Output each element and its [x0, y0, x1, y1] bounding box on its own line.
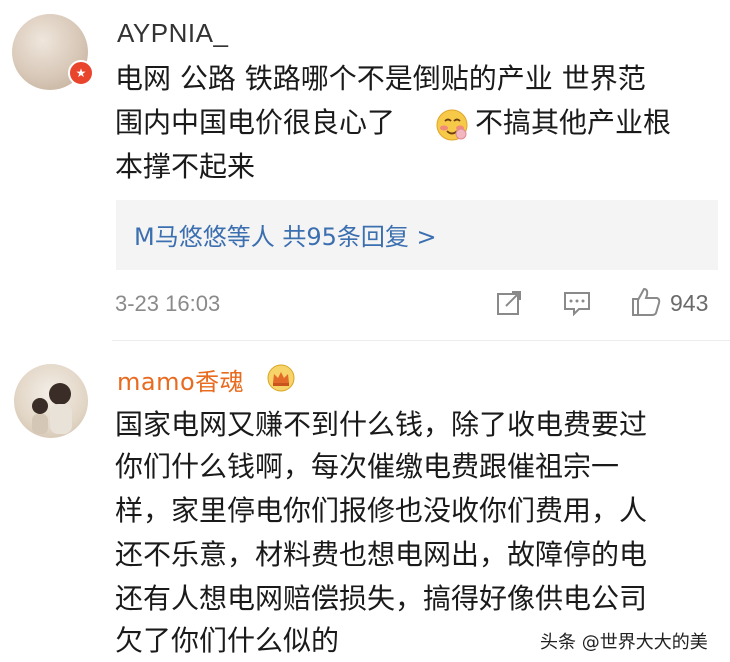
- share-icon[interactable]: [494, 288, 524, 318]
- comment-text-line: 你们什么钱啊，每次催缴电费跟催祖宗一: [115, 450, 620, 483]
- comment-username[interactable]: AYPNIA_: [117, 18, 228, 49]
- comment-text-line: 不搞其他产业根: [475, 106, 672, 139]
- replies-preview[interactable]: M马悠悠等人 共95条回复 >: [116, 200, 718, 270]
- comment-timestamp: 3-23 16:03: [115, 291, 221, 316]
- comment-text-line: 样，家里停电你们报修也没收你们费用，人: [115, 494, 648, 527]
- thumbs-up-icon[interactable]: [630, 286, 662, 318]
- like-count: 943: [670, 290, 709, 316]
- comment-username[interactable]: mamo香魂: [117, 362, 244, 397]
- crown-badge-icon: [267, 364, 295, 392]
- comment-text-line: 还有人想电网赔偿损失，搞得好像供电公司: [115, 582, 648, 615]
- avatar-image: [14, 364, 88, 438]
- comment-text-line: 本撑不起来: [115, 150, 256, 183]
- comment-icon[interactable]: [562, 288, 592, 318]
- comment-meta-row: 3-23 16:03 943: [0, 286, 730, 324]
- comment-text-line: 欠了你们什么似的: [115, 624, 340, 657]
- blush-emoji-icon: [436, 109, 468, 141]
- watermark: 头条 @世界大大的美: [540, 632, 708, 653]
- divider: [112, 340, 730, 341]
- comment-text-line: 电网 公路 铁路哪个不是倒贴的产业 世界范: [115, 62, 646, 95]
- comment-text-line: 还不乐意，材料费也想电网出，故障停的电: [115, 538, 648, 571]
- view-replies-link[interactable]: M马悠悠等人 共95条回复 >: [134, 217, 437, 252]
- avatar[interactable]: [14, 364, 88, 438]
- comment-text-line: 围内中国电价很良心了: [115, 106, 396, 139]
- verified-badge-icon: ★: [68, 60, 94, 86]
- comment-text-line: 国家电网又赚不到什么钱，除了收电费要过: [115, 408, 648, 441]
- avatar[interactable]: ★: [12, 14, 94, 90]
